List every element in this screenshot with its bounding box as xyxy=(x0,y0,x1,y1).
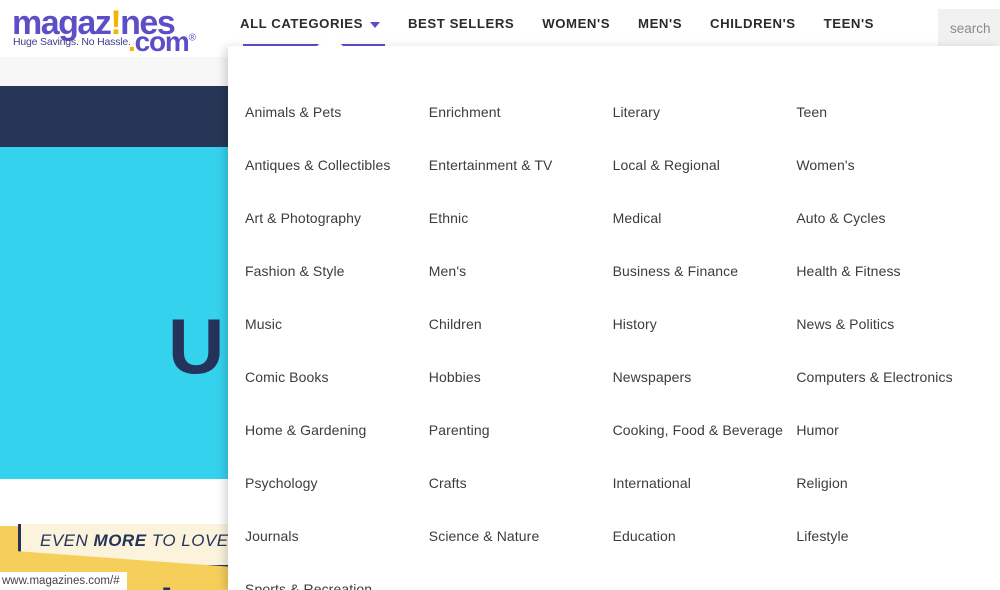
menu-item[interactable]: Religion xyxy=(796,457,1000,510)
nav-item-all-categories[interactable]: ALL CATEGORIES xyxy=(240,17,380,31)
menu-item[interactable]: News & Politics xyxy=(796,298,1000,351)
menu-item[interactable]: Psychology xyxy=(245,457,429,510)
menu-item[interactable]: Comic Books xyxy=(245,351,429,404)
menu-item[interactable]: Medical xyxy=(613,192,797,245)
nav-item-childrens-label: CHILDREN'S xyxy=(710,16,796,31)
nav-item-best-sellers-label: BEST SELLERS xyxy=(407,16,515,31)
menu-item[interactable]: Fashion & Style xyxy=(245,245,429,298)
logo-com-suffix: .com® xyxy=(128,26,196,57)
menu-item[interactable]: Art & Photography xyxy=(245,192,429,245)
logo-com-text: com xyxy=(134,26,190,57)
menu-item[interactable]: Newspapers xyxy=(613,351,797,404)
menu-item[interactable]: Children xyxy=(429,298,613,351)
nav-item-all-categories-label: ALL CATEGORIES xyxy=(240,16,363,31)
menu-item[interactable]: Lifestyle xyxy=(796,510,1000,563)
nav-item-best-sellers[interactable]: BEST SELLERS xyxy=(408,17,514,31)
menu-item[interactable]: Teen xyxy=(796,86,1000,139)
menu-item[interactable]: International xyxy=(613,457,797,510)
menu-item[interactable]: Men's xyxy=(429,245,613,298)
dropdown-column-4: Teen Women's Auto & Cycles Health & Fitn… xyxy=(796,86,1000,590)
menu-item[interactable]: History xyxy=(613,298,797,351)
chevron-down-icon xyxy=(369,22,380,28)
menu-item[interactable]: Auto & Cycles xyxy=(796,192,1000,245)
dropdown-column-3: Literary Local & Regional Medical Busine… xyxy=(613,86,797,590)
dropdown-pointer-notch xyxy=(316,34,344,47)
menu-item[interactable]: Enrichment xyxy=(429,86,613,139)
menu-item[interactable]: Parenting xyxy=(429,404,613,457)
menu-item[interactable]: Computers & Electronics xyxy=(796,351,1000,404)
menu-item[interactable]: Education xyxy=(613,510,797,563)
menu-item[interactable]: Journals xyxy=(245,510,429,563)
browser-viewport: Up EVEN MORE TO LOVE Magazines for Just … xyxy=(0,0,1000,590)
menu-item[interactable]: Entertainment & TV xyxy=(429,139,613,192)
nav-item-womens-label: WOMEN'S xyxy=(542,16,611,31)
menu-item[interactable]: Crafts xyxy=(429,457,613,510)
ribbon-pre-text: EVEN xyxy=(40,531,94,550)
hero-ribbon-text: EVEN MORE TO LOVE xyxy=(40,531,229,551)
dropdown-column-1: Animals & Pets Antiques & Collectibles A… xyxy=(245,86,429,590)
logo-tagline: Huge Savings. No Hassle. xyxy=(13,36,131,48)
dropdown-columns: Animals & Pets Antiques & Collectibles A… xyxy=(228,46,1000,590)
menu-item[interactable]: Music xyxy=(245,298,429,351)
dropdown-column-2: Enrichment Entertainment & TV Ethnic Men… xyxy=(429,86,613,590)
menu-item[interactable]: Humor xyxy=(796,404,1000,457)
search-input[interactable] xyxy=(938,9,1000,47)
menu-item[interactable]: Science & Nature xyxy=(429,510,613,563)
site-logo[interactable]: magaz!nes .com® Huge Savings. No Hassle. xyxy=(12,6,217,56)
menu-item[interactable]: Ethnic xyxy=(429,192,613,245)
menu-item[interactable]: Health & Fitness xyxy=(796,245,1000,298)
ribbon-strong-text: MORE xyxy=(93,531,147,550)
browser-status-bar: www.magazines.com/# xyxy=(0,572,127,590)
menu-item[interactable]: Local & Regional xyxy=(613,139,797,192)
all-categories-dropdown: Animals & Pets Antiques & Collectibles A… xyxy=(228,46,1000,590)
ribbon-post-text: TO LOVE xyxy=(146,531,229,550)
menu-item[interactable]: Sports & Recreation xyxy=(245,563,429,590)
nav-item-childrens[interactable]: CHILDREN'S xyxy=(710,17,796,31)
menu-item[interactable]: Animals & Pets xyxy=(245,86,429,139)
menu-item[interactable]: Antiques & Collectibles xyxy=(245,139,429,192)
menu-item[interactable]: Literary xyxy=(613,86,797,139)
menu-item[interactable]: Hobbies xyxy=(429,351,613,404)
nav-item-mens[interactable]: MEN'S xyxy=(638,17,682,31)
logo-registered-icon: ® xyxy=(188,32,196,44)
nav-item-teens[interactable]: TEEN'S xyxy=(824,17,874,31)
nav-item-teens-label: TEEN'S xyxy=(823,16,875,31)
menu-item[interactable]: Home & Gardening xyxy=(245,404,429,457)
menu-item[interactable]: Women's xyxy=(796,139,1000,192)
nav-item-mens-label: MEN'S xyxy=(638,16,683,31)
menu-item[interactable]: Cooking, Food & Beverage xyxy=(613,404,797,457)
menu-item[interactable]: Business & Finance xyxy=(613,245,797,298)
nav-item-womens[interactable]: WOMEN'S xyxy=(542,17,610,31)
